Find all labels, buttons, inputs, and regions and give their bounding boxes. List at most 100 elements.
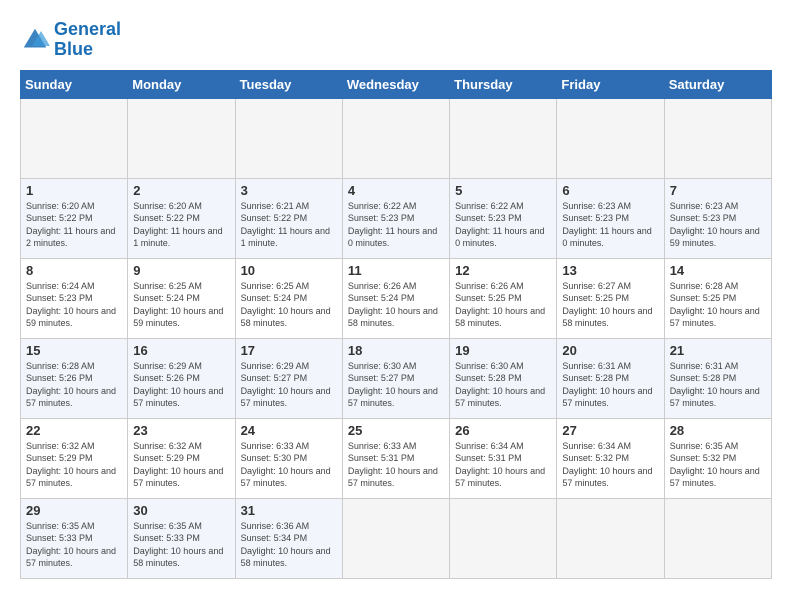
day-number: 4 [348, 183, 444, 198]
day-info: Sunrise: 6:31 AMSunset: 5:28 PMDaylight:… [562, 360, 658, 410]
calendar-cell: 17 Sunrise: 6:29 AMSunset: 5:27 PMDayligh… [235, 338, 342, 418]
calendar-cell: 5 Sunrise: 6:22 AMSunset: 5:23 PMDaylight… [450, 178, 557, 258]
day-number: 22 [26, 423, 122, 438]
day-info: Sunrise: 6:23 AMSunset: 5:23 PMDaylight:… [670, 200, 766, 250]
calendar-cell: 22 Sunrise: 6:32 AMSunset: 5:29 PMDayligh… [21, 418, 128, 498]
calendar-cell: 18 Sunrise: 6:30 AMSunset: 5:27 PMDayligh… [342, 338, 449, 418]
calendar-cell: 28Sunrise: 6:35 AMSunset: 5:32 PMDayligh… [664, 418, 771, 498]
calendar-week-row: 15Sunrise: 6:28 AMSunset: 5:26 PMDayligh… [21, 338, 772, 418]
day-number: 20 [562, 343, 658, 358]
calendar-week-row [21, 98, 772, 178]
day-number: 24 [241, 423, 337, 438]
day-info: Sunrise: 6:26 AMSunset: 5:25 PMDaylight:… [455, 280, 551, 330]
calendar-cell: 10Sunrise: 6:25 AMSunset: 5:24 PMDayligh… [235, 258, 342, 338]
calendar-cell: 6Sunrise: 6:23 AMSunset: 5:23 PMDaylight… [557, 178, 664, 258]
day-number: 13 [562, 263, 658, 278]
calendar-cell [664, 98, 771, 178]
day-info: Sunrise: 6:34 AMSunset: 5:32 PMDaylight:… [562, 440, 658, 490]
day-number: 3 [241, 183, 337, 198]
day-info: Sunrise: 6:29 AMSunset: 5:26 PMDaylight:… [133, 360, 229, 410]
logo: General Blue [20, 20, 121, 60]
calendar-cell: 3 Sunrise: 6:21 AMSunset: 5:22 PMDaylight… [235, 178, 342, 258]
calendar-cell: 7Sunrise: 6:23 AMSunset: 5:23 PMDaylight… [664, 178, 771, 258]
day-number: 5 [455, 183, 551, 198]
day-info: Sunrise: 6:32 AMSunset: 5:29 PMDaylight:… [26, 440, 122, 490]
day-number: 11 [348, 263, 444, 278]
day-number: 12 [455, 263, 551, 278]
day-info: Sunrise: 6:35 AMSunset: 5:33 PMDaylight:… [133, 520, 229, 570]
day-info: Sunrise: 6:22 AMSunset: 5:23 PMDaylight:… [348, 200, 444, 250]
calendar-cell: 24 Sunrise: 6:33 AMSunset: 5:30 PMDayligh… [235, 418, 342, 498]
calendar-cell [342, 98, 449, 178]
column-header-friday: Friday [557, 70, 664, 98]
calendar-cell: 11 Sunrise: 6:26 AMSunset: 5:24 PMDayligh… [342, 258, 449, 338]
day-number: 30 [133, 503, 229, 518]
calendar-cell: 15Sunrise: 6:28 AMSunset: 5:26 PMDayligh… [21, 338, 128, 418]
day-info: Sunrise: 6:32 AMSunset: 5:29 PMDaylight:… [133, 440, 229, 490]
calendar-cell: 31 Sunrise: 6:36 AMSunset: 5:34 PMDayligh… [235, 498, 342, 578]
column-header-saturday: Saturday [664, 70, 771, 98]
calendar-cell: 4 Sunrise: 6:22 AMSunset: 5:23 PMDaylight… [342, 178, 449, 258]
calendar-cell: 2 Sunrise: 6:20 AMSunset: 5:22 PMDaylight… [128, 178, 235, 258]
day-info: Sunrise: 6:24 AMSunset: 5:23 PMDaylight:… [26, 280, 122, 330]
calendar-cell: 23 Sunrise: 6:32 AMSunset: 5:29 PMDayligh… [128, 418, 235, 498]
day-info: Sunrise: 6:25 AMSunset: 5:24 PMDaylight:… [241, 280, 337, 330]
day-info: Sunrise: 6:29 AMSunset: 5:27 PMDaylight:… [241, 360, 337, 410]
calendar-cell: 21 Sunrise: 6:31 AMSunset: 5:28 PMDayligh… [664, 338, 771, 418]
calendar-cell [21, 98, 128, 178]
calendar-cell [450, 498, 557, 578]
calendar-cell [557, 498, 664, 578]
day-number: 2 [133, 183, 229, 198]
day-number: 17 [241, 343, 337, 358]
day-info: Sunrise: 6:31 AMSunset: 5:28 PMDaylight:… [670, 360, 766, 410]
column-header-sunday: Sunday [21, 70, 128, 98]
calendar-cell: 30 Sunrise: 6:35 AMSunset: 5:33 PMDayligh… [128, 498, 235, 578]
calendar-cell [128, 98, 235, 178]
calendar-cell: 27 Sunrise: 6:34 AMSunset: 5:32 PMDayligh… [557, 418, 664, 498]
day-info: Sunrise: 6:33 AMSunset: 5:31 PMDaylight:… [348, 440, 444, 490]
calendar-cell: 12 Sunrise: 6:26 AMSunset: 5:25 PMDayligh… [450, 258, 557, 338]
day-info: Sunrise: 6:20 AMSunset: 5:22 PMDaylight:… [133, 200, 229, 250]
calendar-cell: 1Sunrise: 6:20 AMSunset: 5:22 PMDaylight… [21, 178, 128, 258]
day-number: 25 [348, 423, 444, 438]
day-info: Sunrise: 6:30 AMSunset: 5:28 PMDaylight:… [455, 360, 551, 410]
day-info: Sunrise: 6:34 AMSunset: 5:31 PMDaylight:… [455, 440, 551, 490]
calendar-cell [235, 98, 342, 178]
day-number: 27 [562, 423, 658, 438]
day-info: Sunrise: 6:22 AMSunset: 5:23 PMDaylight:… [455, 200, 551, 250]
day-number: 19 [455, 343, 551, 358]
day-number: 29 [26, 503, 122, 518]
column-header-tuesday: Tuesday [235, 70, 342, 98]
calendar-week-row: 1Sunrise: 6:20 AMSunset: 5:22 PMDaylight… [21, 178, 772, 258]
day-info: Sunrise: 6:30 AMSunset: 5:27 PMDaylight:… [348, 360, 444, 410]
day-number: 16 [133, 343, 229, 358]
day-info: Sunrise: 6:35 AMSunset: 5:33 PMDaylight:… [26, 520, 122, 570]
logo-text: General Blue [54, 20, 121, 60]
day-info: Sunrise: 6:25 AMSunset: 5:24 PMDaylight:… [133, 280, 229, 330]
calendar-cell: 9 Sunrise: 6:25 AMSunset: 5:24 PMDaylight… [128, 258, 235, 338]
logo-icon [20, 25, 50, 55]
day-number: 21 [670, 343, 766, 358]
day-info: Sunrise: 6:27 AMSunset: 5:25 PMDaylight:… [562, 280, 658, 330]
calendar-cell: 19 Sunrise: 6:30 AMSunset: 5:28 PMDayligh… [450, 338, 557, 418]
day-number: 18 [348, 343, 444, 358]
calendar-table: SundayMondayTuesdayWednesdayThursdayFrid… [20, 70, 772, 579]
day-number: 26 [455, 423, 551, 438]
day-number: 9 [133, 263, 229, 278]
page-header: General Blue [20, 20, 772, 60]
day-info: Sunrise: 6:35 AMSunset: 5:32 PMDaylight:… [670, 440, 766, 490]
day-number: 31 [241, 503, 337, 518]
day-number: 23 [133, 423, 229, 438]
day-info: Sunrise: 6:36 AMSunset: 5:34 PMDaylight:… [241, 520, 337, 570]
day-info: Sunrise: 6:28 AMSunset: 5:26 PMDaylight:… [26, 360, 122, 410]
day-info: Sunrise: 6:26 AMSunset: 5:24 PMDaylight:… [348, 280, 444, 330]
day-info: Sunrise: 6:21 AMSunset: 5:22 PMDaylight:… [241, 200, 337, 250]
day-number: 14 [670, 263, 766, 278]
day-info: Sunrise: 6:20 AMSunset: 5:22 PMDaylight:… [26, 200, 122, 250]
calendar-cell: 25 Sunrise: 6:33 AMSunset: 5:31 PMDayligh… [342, 418, 449, 498]
calendar-cell [557, 98, 664, 178]
calendar-cell: 14Sunrise: 6:28 AMSunset: 5:25 PMDayligh… [664, 258, 771, 338]
calendar-week-row: 29 Sunrise: 6:35 AMSunset: 5:33 PMDayligh… [21, 498, 772, 578]
calendar-cell: 16 Sunrise: 6:29 AMSunset: 5:26 PMDayligh… [128, 338, 235, 418]
day-info: Sunrise: 6:33 AMSunset: 5:30 PMDaylight:… [241, 440, 337, 490]
